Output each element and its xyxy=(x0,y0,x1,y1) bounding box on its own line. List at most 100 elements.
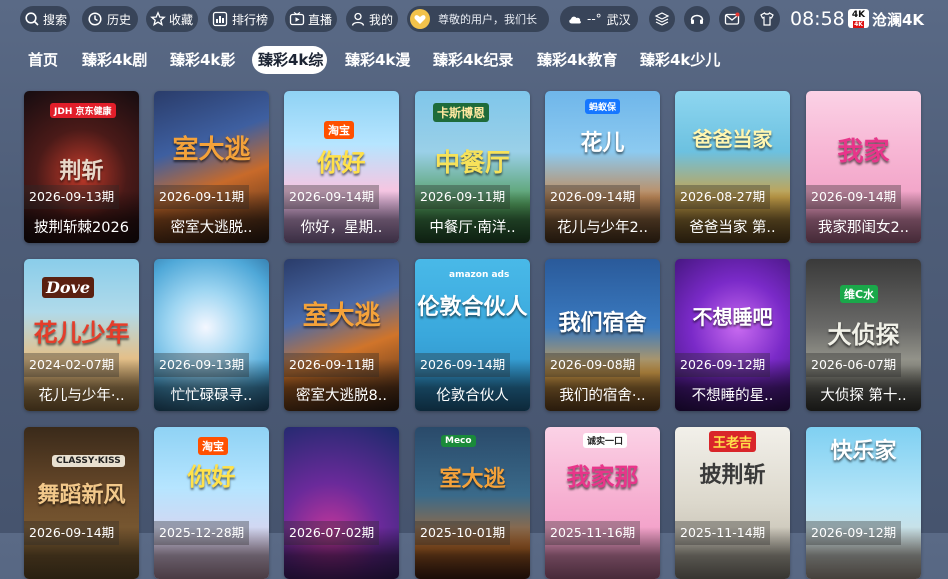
sponsor-logo: 淘宝 xyxy=(198,437,228,455)
program-card[interactable]: 我们宿舍 2026-09-08期 我们的宿舍·.. xyxy=(545,259,660,411)
tab-anime[interactable]: 臻彩4k漫 xyxy=(345,46,410,74)
poster-title-art: 快乐家 xyxy=(830,438,897,464)
tab-documentary[interactable]: 臻彩4k纪录 xyxy=(433,46,513,74)
greeting-text: 尊敬的用户，我们长 xyxy=(438,13,537,26)
tab-kids[interactable]: 臻彩4k少儿 xyxy=(640,46,720,74)
program-card[interactable]: 淘宝 你好 2025-12-28期 xyxy=(154,427,269,579)
program-title: 中餐厅·南洋.. xyxy=(429,220,516,236)
program-card[interactable]: 不想睡吧 2026-09-12期 不想睡的星.. xyxy=(675,259,790,411)
poster-title-art: 不想睡吧 xyxy=(692,305,773,329)
tab-education[interactable]: 臻彩4k教育 xyxy=(537,46,617,74)
program-title xyxy=(806,553,921,575)
brand-logo-icon: 4K 4K xyxy=(848,9,869,28)
layers-button[interactable] xyxy=(649,6,675,32)
program-card[interactable]: 我家 2026-09-14期 我家那闺女2.. xyxy=(806,91,921,243)
tab-drama[interactable]: 臻彩4k剧 xyxy=(82,46,147,74)
live-button[interactable]: 直播 xyxy=(285,6,337,32)
program-card[interactable]: 室大逃 2026-09-11期 密室大逃脱8.. xyxy=(284,259,399,411)
program-card[interactable]: 2026-07-02期 xyxy=(284,427,399,579)
episode-date: 2025-12-28期 xyxy=(154,521,250,545)
program-card[interactable]: 室大逃 2026-09-11期 密室大逃脱.. xyxy=(154,91,269,243)
skin-button[interactable] xyxy=(754,6,780,32)
weather-widget[interactable]: --° 武汉 xyxy=(560,6,638,32)
program-title: 我家那闺女2.. xyxy=(818,220,909,236)
brand-name: 沧澜4K xyxy=(872,11,925,29)
poster-title-art: 你好 xyxy=(317,148,366,177)
poster-title-art: 伦敦合伙人 xyxy=(417,294,528,320)
program-title xyxy=(415,553,530,575)
tv-icon xyxy=(289,10,305,28)
program-card[interactable]: 蚂蚁保 花儿 2026-09-14期 花儿与少年2.. xyxy=(545,91,660,243)
program-card[interactable]: 淘宝 你好 2026-09-14期 你好，星期.. xyxy=(284,91,399,243)
episode-date: 2026-09-11期 xyxy=(154,185,250,209)
program-card[interactable]: 2026-09-13期 忙忙碌碌寻.. xyxy=(154,259,269,411)
program-card[interactable]: 王老吉 披荆斩 2025-11-14期 xyxy=(675,427,790,579)
program-title: 大侦探 第十.. xyxy=(820,388,907,404)
episode-date: 2026-09-12期 xyxy=(806,521,902,545)
sponsor-logo: 卡斯博恩 xyxy=(433,103,490,122)
episode-date: 2026-08-27期 xyxy=(675,185,771,209)
user-greeting[interactable]: 尊敬的用户，我们长 xyxy=(407,6,549,32)
sponsor-logo: 维C水 xyxy=(840,285,879,303)
program-card[interactable]: JDH 京东健康 荆斩 2026-09-13期 披荆斩棘2026 xyxy=(24,91,139,243)
tab-movie[interactable]: 臻彩4k影 xyxy=(170,46,235,74)
program-title: 不想睡的星.. xyxy=(691,388,774,404)
ranking-icon xyxy=(212,10,229,28)
program-title: 忙忙碌碌寻.. xyxy=(170,388,253,404)
poster-title-art: 爸爸当家 xyxy=(692,127,773,151)
program-card[interactable]: 卡斯博恩 中餐厅 2026-09-11期 中餐厅·南洋.. xyxy=(415,91,530,243)
episode-date: 2026-09-11期 xyxy=(415,185,511,209)
sponsor-logo: Meco xyxy=(441,435,476,447)
episode-date: 2025-10-01期 xyxy=(415,521,511,545)
sponsor-logo: Dove xyxy=(42,277,95,298)
brand-badge-bottom: 4K xyxy=(853,20,864,28)
ranking-button[interactable]: 排行榜 xyxy=(208,6,274,32)
brand-badge-top: 4K xyxy=(851,9,866,20)
poster-title-art: 你好 xyxy=(187,462,236,491)
user-avatar-icon xyxy=(410,9,430,29)
favorites-button[interactable]: 收藏 xyxy=(146,6,198,32)
program-card[interactable]: amazon ads 伦敦合伙人 2026-09-14期 伦敦合伙人 xyxy=(415,259,530,411)
program-title: 花儿与少年·.. xyxy=(38,388,125,404)
episode-date: 2025-11-14期 xyxy=(675,521,771,545)
tshirt-icon xyxy=(760,12,774,26)
program-title: 爸爸当家 第.. xyxy=(689,220,776,236)
tab-variety[interactable]: 臻彩4k综 xyxy=(252,46,327,74)
program-card[interactable]: Meco 室大逃 2025-10-01期 xyxy=(415,427,530,579)
episode-date: 2026-09-14期 xyxy=(284,185,380,209)
message-button[interactable] xyxy=(719,6,745,32)
history-button[interactable]: 历史 xyxy=(82,6,138,32)
mine-button[interactable]: 我的 xyxy=(346,6,398,32)
episode-date: 2026-09-14期 xyxy=(806,185,902,209)
history-icon xyxy=(86,10,104,28)
program-title xyxy=(154,553,269,575)
poster-title-art: 室大逃 xyxy=(302,301,381,331)
program-card[interactable]: Dove 花儿少年 2024-02-07期 花儿与少年·.. xyxy=(24,259,139,411)
program-title: 披荆斩棘2026 xyxy=(34,220,129,236)
poster-title-art: 我家那 xyxy=(566,462,639,491)
program-card[interactable]: 快乐家 2026-09-12期 xyxy=(806,427,921,579)
poster-title-art: 大侦探 xyxy=(827,320,900,349)
program-card[interactable]: 维C水 大侦探 2026-06-07期 大侦探 第十.. xyxy=(806,259,921,411)
sponsor-logo: 蚂蚁保 xyxy=(585,99,621,114)
mine-label: 我的 xyxy=(369,12,394,27)
tab-home[interactable]: 首页 xyxy=(28,46,58,74)
support-button[interactable] xyxy=(684,6,710,32)
program-title: 密室大逃脱.. xyxy=(170,220,253,236)
search-label: 搜索 xyxy=(43,12,68,27)
poster-title-art: 披荆斩 xyxy=(699,462,766,488)
program-title: 我们的宿舍·.. xyxy=(559,388,646,404)
program-card[interactable]: 爸爸当家 2026-08-27期 爸爸当家 第.. xyxy=(675,91,790,243)
program-title xyxy=(545,553,660,575)
program-title: 密室大逃脱8.. xyxy=(296,388,387,404)
sponsor-logo: amazon ads xyxy=(449,270,510,280)
sponsor-logo: 王老吉 xyxy=(709,431,757,452)
poster-title-art: 室大逃 xyxy=(172,135,251,165)
episode-date: 2026-09-08期 xyxy=(545,353,641,377)
ranking-label: 排行榜 xyxy=(231,12,268,27)
poster-title-art: 花儿少年 xyxy=(33,318,130,347)
program-card[interactable]: CLASSY·KISS 舞蹈新风 2026-09-14期 xyxy=(24,427,139,579)
program-title xyxy=(675,553,790,575)
search-button[interactable]: 搜索 xyxy=(20,6,70,32)
program-card[interactable]: 诚实一口 我家那 2025-11-16期 xyxy=(545,427,660,579)
